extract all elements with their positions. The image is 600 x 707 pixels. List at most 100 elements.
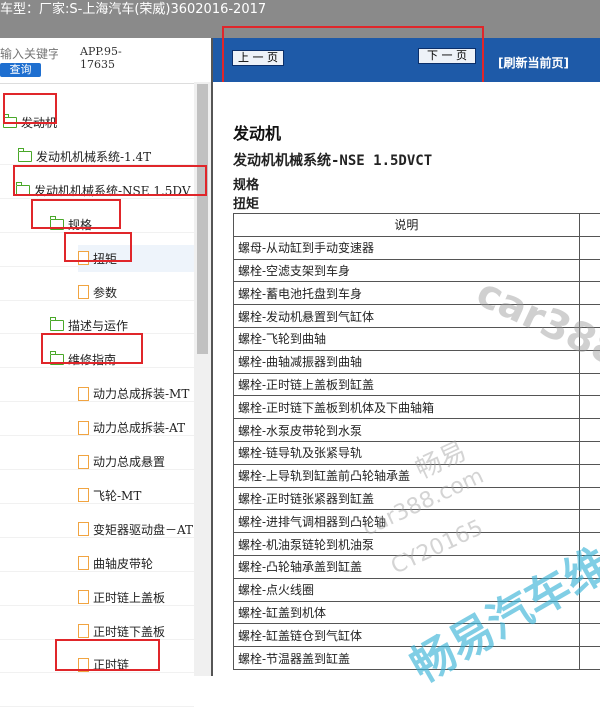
tree-item[interactable]: 发动机机械系统-NSE 1.5DV: [16, 177, 194, 204]
document-pane: 发动机 发动机机械系统-NSE 1.5DVCT 规格 扭矩 说明 螺母-从动缸到…: [213, 82, 600, 676]
sidebar-divider: [0, 83, 212, 84]
table-cell-desc: 螺栓-机油泵链轮到机油泵: [234, 533, 580, 556]
tree-item-label: 规格: [68, 216, 92, 233]
table-header-row: 说明: [234, 214, 600, 237]
vehicle-title: 车型：厂家:S-上海汽车(荣威)3602016-2017: [0, 0, 266, 17]
search-input[interactable]: [0, 46, 58, 62]
title-bar: 车型：厂家:S-上海汽车(荣威)3602016-2017: [0, 0, 600, 38]
doc-icon: [78, 522, 89, 536]
tree-item-label: 变矩器驱动盘－AT: [93, 521, 193, 538]
section-torque: 扭矩: [233, 193, 259, 212]
table-cell-desc: 螺栓-蓄电池托盘到车身: [234, 282, 580, 305]
table-cell-value: [579, 464, 600, 487]
table-row: 螺栓-正时链上盖板到缸盖: [234, 373, 600, 396]
tree-item[interactable]: 曲轴皮带轮: [78, 550, 194, 577]
tree-item[interactable]: 参数: [78, 279, 194, 306]
table-cell-desc: 螺栓-链导轨及张紧导轨: [234, 441, 580, 464]
prev-page-button[interactable]: 上 一 页: [232, 50, 284, 66]
search-button[interactable]: 查询: [0, 63, 41, 77]
doc-icon: [78, 488, 89, 502]
tree-item-label: 曲轴皮带轮: [93, 555, 153, 572]
table-cell-value: [579, 487, 600, 510]
table-cell-desc: 螺栓-水泵皮带轮到水泵: [234, 419, 580, 442]
doc-icon: [78, 455, 89, 469]
tree-item-label: 动力总成拆装-MT: [93, 385, 189, 402]
next-page-button[interactable]: 下 一 页: [418, 48, 476, 64]
tree-item[interactable]: 发动机机械系统-1.4T: [18, 143, 194, 170]
tree-item[interactable]: 正时链: [78, 651, 194, 678]
table-header-value: [579, 214, 600, 237]
table-cell-desc: 螺栓-飞轮到曲轴: [234, 327, 580, 350]
tree-item[interactable]: 正时链上盖板: [78, 584, 194, 611]
table-cell-desc: 螺栓-凸轮轴承盖到缸盖: [234, 555, 580, 578]
tree-item[interactable]: 动力总成拆装-MT: [78, 380, 194, 407]
table-row: 螺栓-进排气调相器到凸轮轴: [234, 510, 600, 533]
table-row: 螺栓-蓄电池托盘到车身: [234, 282, 600, 305]
table-cell-value: [579, 305, 600, 328]
tree-item-label: 正时链: [93, 656, 129, 673]
tree-item-label: 描述与运作: [68, 317, 128, 334]
table-cell-value: [579, 350, 600, 373]
table-cell-value: [579, 624, 600, 647]
table-cell-value: [579, 373, 600, 396]
tree-item[interactable]: 动力总成悬置: [78, 448, 194, 475]
doc-icon: [78, 658, 89, 672]
tree-item[interactable]: 正时链下盖板: [78, 618, 194, 645]
table-header-desc: 说明: [234, 214, 580, 237]
doc-icon: [78, 556, 89, 570]
table-cell-value: [579, 510, 600, 533]
scrollbar-thumb[interactable]: [197, 84, 208, 354]
doc-icon: [78, 251, 89, 265]
table-cell-desc: 螺栓-正时链上盖板到缸盖: [234, 373, 580, 396]
folder-icon: [16, 185, 30, 196]
table-row: 螺栓-凸轮轴承盖到缸盖: [234, 555, 600, 578]
table-row: 螺栓-发动机悬置到气缸体: [234, 305, 600, 328]
doc-icon: [78, 387, 89, 401]
table-row: 螺栓-正时链下盖板到机体及下曲轴箱: [234, 396, 600, 419]
tree-item-label: 动力总成悬置: [93, 453, 165, 470]
table-cell-value: [579, 601, 600, 624]
table-cell-desc: 螺栓-曲轴减振器到曲轴: [234, 350, 580, 373]
table-cell-value: [579, 327, 600, 350]
table-cell-value: [579, 419, 600, 442]
tree-item[interactable]: 飞轮-MT: [78, 482, 194, 509]
table-row: 螺栓-空滤支架到车身: [234, 259, 600, 282]
section-spec: 规格: [233, 174, 259, 193]
folder-icon: [50, 320, 64, 331]
tree-item[interactable]: 动力总成拆装-AT: [78, 414, 194, 441]
tree-item[interactable]: 维修指南: [50, 346, 194, 373]
table-row: 螺栓-链导轨及张紧导轨: [234, 441, 600, 464]
folder-icon: [50, 354, 64, 365]
table-cell-desc: 螺栓-正时链张紧器到缸盖: [234, 487, 580, 510]
table-row: 螺栓-正时链张紧器到缸盖: [234, 487, 600, 510]
table-row: 螺母-从动缸到手动变速器: [234, 236, 600, 259]
table-cell-value: [579, 282, 600, 305]
tree-item-label: 发动机机械系统-NSE 1.5DV: [34, 182, 191, 199]
table-cell-desc: 螺栓-空滤支架到车身: [234, 259, 580, 282]
table-cell-value: [579, 396, 600, 419]
table-cell-value: [579, 533, 600, 556]
doc-icon: [78, 421, 89, 435]
table-cell-value: [579, 236, 600, 259]
table-row: 螺栓-缸盖到机体: [234, 601, 600, 624]
table-row: 螺栓-曲轴减振器到曲轴: [234, 350, 600, 373]
tree-item[interactable]: 规格: [50, 211, 194, 238]
tree-item[interactable]: 扭矩: [78, 245, 194, 272]
torque-table: 说明 螺母-从动缸到手动变速器螺栓-空滤支架到车身螺栓-蓄电池托盘到车身螺栓-发…: [233, 213, 600, 670]
table-cell-desc: 螺栓-正时链下盖板到机体及下曲轴箱: [234, 396, 580, 419]
table-cell-desc: 螺栓-节温器盖到缸盖: [234, 647, 580, 670]
table-row: 螺栓-节温器盖到缸盖: [234, 647, 600, 670]
doc-icon: [78, 590, 89, 604]
page-title: 发动机: [233, 120, 281, 144]
table-cell-desc: 螺栓-进排气调相器到凸轮轴: [234, 510, 580, 533]
tree-item-label: 参数: [93, 284, 117, 301]
tree-item[interactable]: 变矩器驱动盘－AT: [78, 516, 194, 543]
tree-item-label: 扭矩: [93, 250, 117, 267]
section-subtitle: 发动机机械系统-NSE 1.5DVCT: [233, 150, 432, 170]
table-cell-desc: 螺栓-上导轨到缸盖前凸轮轴承盖: [234, 464, 580, 487]
refresh-link[interactable]: [刷新当前页]: [498, 54, 569, 71]
tree-item[interactable]: 发动机: [3, 109, 194, 136]
tree-item-label: 发动机机械系统-1.4T: [36, 148, 151, 165]
tree-item[interactable]: 描述与运作: [50, 312, 194, 339]
table-cell-desc: 螺母-从动缸到手动变速器: [234, 236, 580, 259]
